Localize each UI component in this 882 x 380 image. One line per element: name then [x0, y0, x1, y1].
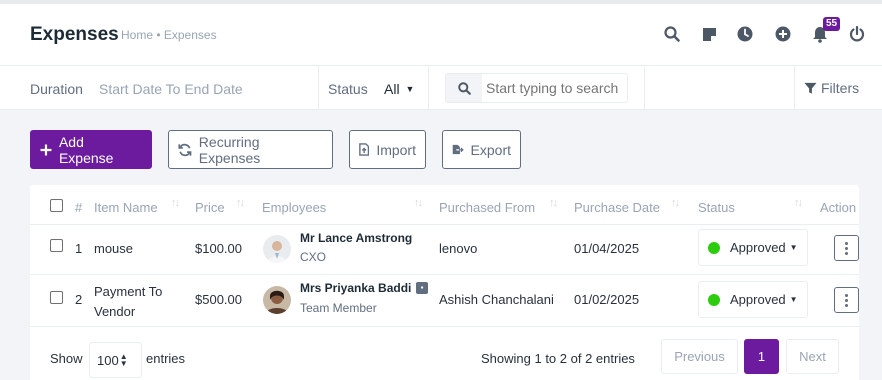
price: $100.00	[195, 241, 242, 256]
filter-bar: Duration Start Date To End Date Status A…	[0, 66, 882, 110]
filters-button[interactable]: Filters	[804, 80, 859, 96]
divider	[428, 66, 429, 110]
column-header-item-name[interactable]: Item Name	[94, 200, 158, 215]
row-number: 1	[75, 241, 83, 256]
divider	[318, 66, 319, 110]
clock-icon[interactable]	[735, 24, 755, 44]
status-value: Approved	[730, 292, 786, 307]
column-header-price[interactable]: Price	[195, 200, 225, 215]
notification-count-badge: 55	[823, 17, 841, 31]
purchased-from: lenovo	[439, 241, 478, 256]
avatar[interactable]	[263, 235, 291, 263]
caret-down-icon: ▼	[789, 243, 798, 252]
column-header-employees[interactable]: Employees	[262, 200, 326, 215]
column-header-purchased-from[interactable]: Purchased From	[439, 200, 535, 215]
sort-icon[interactable]: ↑↓	[171, 197, 180, 209]
table-info: Showing 1 to 2 of 2 entries	[481, 351, 635, 366]
purchased-from: Ashish Chanchalani	[439, 292, 554, 307]
caret-down-icon: ▼	[789, 295, 798, 304]
employee-role: CXO	[300, 250, 327, 264]
sort-icon[interactable]: ↑↓	[414, 197, 423, 209]
duration-label: Duration	[30, 81, 83, 97]
price: $500.00	[195, 292, 242, 307]
item-name[interactable]: mouse	[94, 241, 133, 256]
row-actions-button[interactable]	[834, 235, 859, 261]
divider	[644, 66, 645, 110]
row-actions-button[interactable]	[834, 287, 859, 313]
status-filter-value: All	[384, 81, 400, 97]
employee-tag-icon: ▪	[416, 282, 428, 294]
show-label: Show	[50, 351, 83, 366]
page-1-button[interactable]: 1	[744, 339, 779, 374]
search-icon	[446, 74, 482, 102]
sort-icon[interactable]: ↑↓	[549, 197, 558, 209]
filter-icon	[804, 82, 817, 94]
employee-role: Team Member	[300, 301, 377, 315]
entries-label: entries	[146, 351, 186, 366]
approved-status-dot	[708, 293, 720, 306]
import-label: Import	[376, 141, 416, 158]
file-import-icon	[359, 143, 370, 156]
search-input[interactable]	[486, 80, 626, 96]
caret-down-icon: ▼	[405, 84, 415, 94]
status-select[interactable]: Approved ▼	[698, 281, 808, 318]
sync-icon	[178, 143, 192, 156]
page-title: Expenses	[30, 24, 119, 45]
row-number: 2	[75, 292, 83, 307]
breadcrumb[interactable]: Home • Expenses	[121, 28, 217, 42]
export-button[interactable]: Export	[442, 130, 521, 169]
sort-arrows-icon: ▲ ▼	[119, 352, 128, 368]
entries-length-value: 100	[97, 352, 119, 368]
column-header-number: #	[75, 200, 83, 215]
item-name[interactable]: Payment To Vendor	[94, 282, 184, 322]
sticky-note-icon[interactable]	[699, 24, 719, 44]
import-button[interactable]: Import	[349, 130, 426, 169]
power-icon[interactable]	[847, 24, 867, 44]
filters-label: Filters	[821, 80, 860, 96]
select-all-checkbox[interactable]	[50, 199, 63, 212]
row-checkbox[interactable]	[50, 291, 63, 304]
column-header-purchase-date[interactable]: Purchase Date	[574, 200, 660, 215]
duration-date-range-input[interactable]: Start Date To End Date	[99, 81, 243, 97]
employee-name[interactable]: Mrs Priyanka Baddi	[300, 281, 411, 295]
purchase-date: 01/04/2025	[574, 241, 640, 256]
export-label: Export	[470, 141, 511, 158]
column-header-action: Action	[820, 200, 857, 215]
status-label: Status	[328, 81, 368, 97]
plus-circle-icon[interactable]	[773, 24, 793, 44]
purchase-date: 01/02/2025	[574, 292, 640, 307]
file-export-icon	[452, 144, 464, 155]
add-expense-label: Add Expense	[58, 133, 114, 166]
row-divider	[30, 274, 859, 275]
add-expense-button[interactable]: Add Expense	[30, 130, 152, 169]
column-header-status[interactable]: Status	[698, 200, 735, 215]
next-page-button[interactable]: Next	[786, 339, 839, 374]
previous-page-button[interactable]: Previous	[661, 339, 738, 374]
status-select[interactable]: Approved ▼	[698, 229, 808, 266]
row-divider	[30, 326, 859, 327]
sort-icon[interactable]: ↑↓	[236, 197, 245, 209]
entries-length-select[interactable]: 100 ▲ ▼	[89, 342, 142, 378]
recurring-expenses-button[interactable]: Recurring Expenses	[168, 130, 333, 169]
plus-icon	[40, 144, 52, 155]
row-divider	[30, 224, 859, 225]
avatar[interactable]	[263, 286, 291, 314]
sort-icon[interactable]: ↑↓	[671, 197, 680, 209]
row-checkbox[interactable]	[50, 239, 63, 252]
status-filter-select[interactable]: All ▼	[384, 81, 414, 97]
search-box	[445, 73, 628, 103]
approved-status-dot	[708, 241, 720, 254]
page-header: Expenses Home • Expenses 55	[0, 4, 882, 66]
search-icon[interactable]	[662, 24, 682, 44]
status-value: Approved	[730, 240, 786, 255]
expenses-table-card: # Item Name ↑↓ Price ↑↓ Employees ↑↓ Pur…	[30, 185, 859, 380]
divider	[794, 66, 795, 110]
recurring-expenses-label: Recurring Expenses	[198, 133, 261, 166]
sort-icon[interactable]: ↑↓	[794, 197, 803, 209]
employee-name[interactable]: Mr Lance Amstrong	[300, 231, 412, 245]
